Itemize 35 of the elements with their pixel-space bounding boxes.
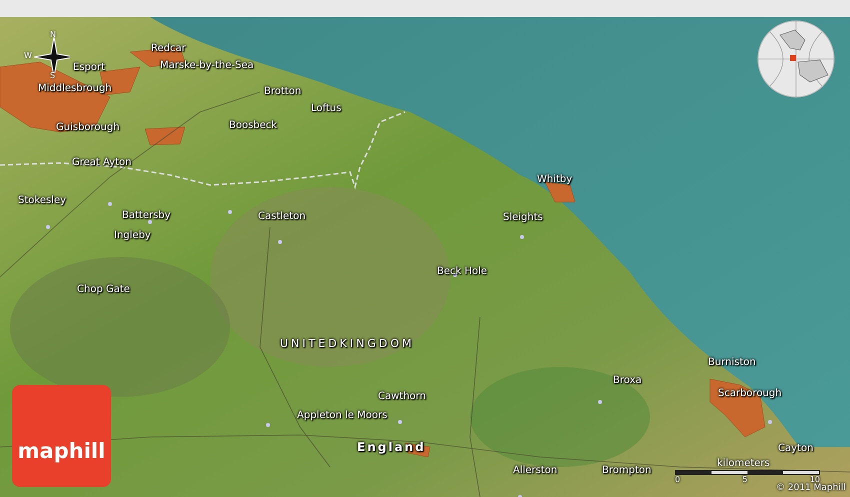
place-label: Brompton bbox=[602, 465, 652, 477]
place-label: Beck Hole bbox=[437, 266, 488, 278]
place-label: Whitby bbox=[537, 174, 572, 186]
place-label: Redcar bbox=[151, 43, 186, 55]
region-label: England bbox=[357, 441, 426, 453]
country-label: UNITEDKINGDOM bbox=[280, 338, 414, 350]
compass-icon bbox=[34, 37, 70, 73]
place-label: Sleights bbox=[503, 212, 543, 224]
place-label: Battersby bbox=[122, 210, 171, 222]
place-label: Cayton bbox=[778, 443, 814, 455]
scale-tick-label: 5 bbox=[742, 475, 748, 485]
maphill-logo: maphill bbox=[12, 385, 111, 487]
compass-letter: N bbox=[50, 30, 56, 39]
place-label: Middlesbrough bbox=[38, 83, 112, 95]
scale-unit-label: kilometers bbox=[717, 458, 770, 469]
place-label: Marske-by-the-Sea bbox=[160, 60, 254, 72]
scale-tick-label: 10 bbox=[810, 475, 820, 484]
place-label: Ingleby bbox=[114, 230, 151, 242]
place-label: Chop Gate bbox=[77, 284, 130, 296]
compass-letter: S bbox=[50, 71, 56, 80]
place-label: Appleton le Moors bbox=[297, 410, 388, 422]
scale-tick-label: 0 bbox=[675, 475, 680, 485]
place-label: Boosbeck bbox=[229, 120, 278, 132]
place-label: Loftus bbox=[311, 103, 342, 115]
place-label: Castleton bbox=[258, 211, 306, 223]
compass-letter: W bbox=[24, 51, 32, 60]
place-label: Broxa bbox=[613, 375, 642, 387]
place-label: Burniston bbox=[708, 357, 756, 369]
place-label: Esport bbox=[73, 62, 106, 74]
place-label: Guisborough bbox=[56, 122, 120, 134]
copyright-text: © 2011 Maphill bbox=[776, 483, 846, 494]
place-label: Cawthorn bbox=[378, 391, 426, 403]
place-label: Brotton bbox=[264, 86, 302, 98]
place-label: Stokesley bbox=[18, 195, 66, 207]
place-label: Allerston bbox=[513, 465, 558, 477]
